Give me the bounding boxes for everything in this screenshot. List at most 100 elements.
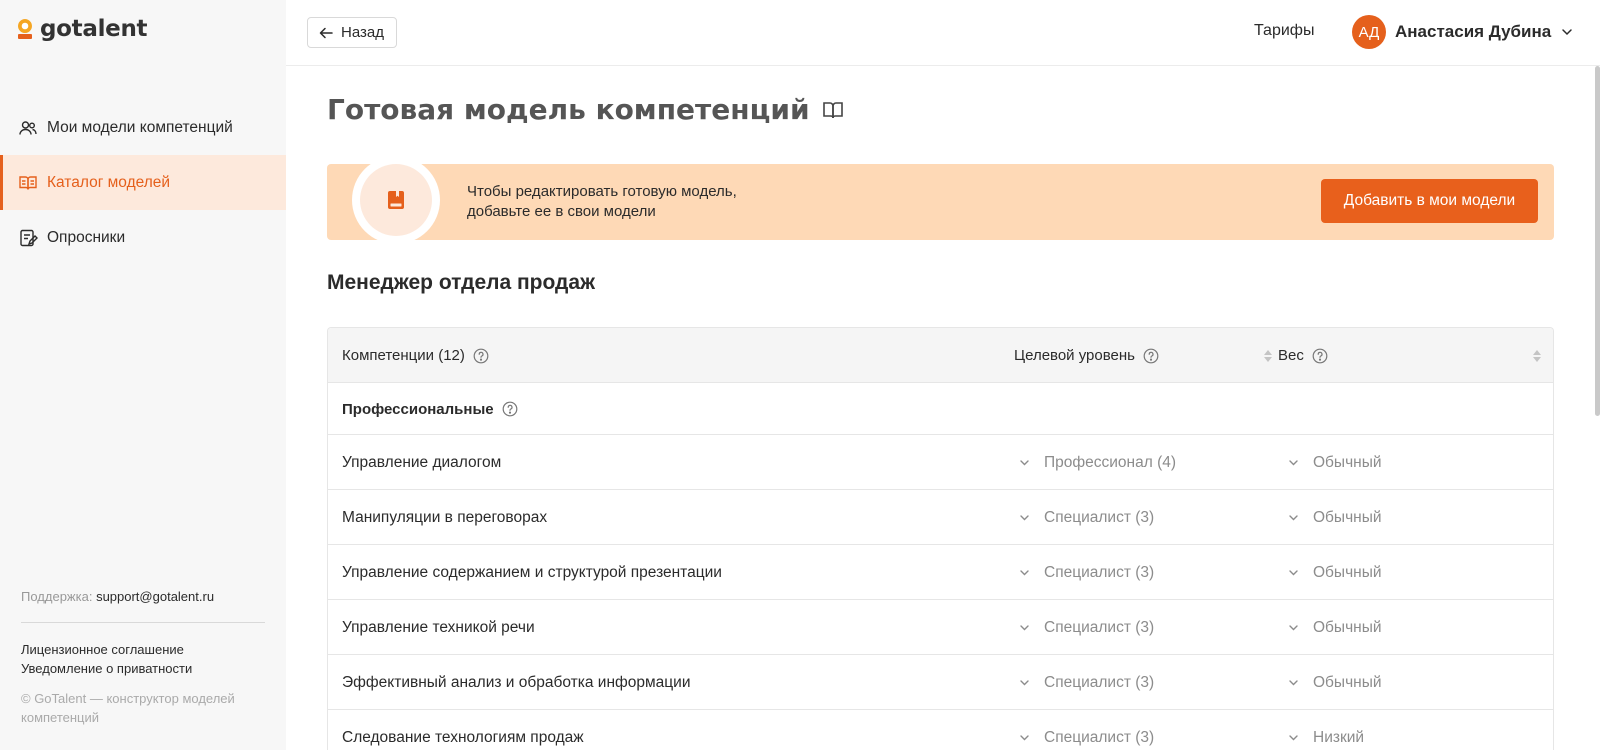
logo[interactable]: gotalent [16, 16, 148, 42]
target-level-select[interactable]: Специалист (3) [1018, 545, 1154, 600]
tariffs-link[interactable]: Тарифы [1254, 22, 1314, 40]
competency-name: Управление содержанием и структурой през… [342, 563, 722, 581]
sidebar-item-label: Мои модели компетенций [47, 118, 233, 136]
model-name: Менеджер отдела продаж [327, 271, 595, 294]
chevron-down-icon [1289, 735, 1298, 741]
support-email-link[interactable]: support@gotalent.ru [96, 589, 214, 604]
user-menu[interactable]: АД Анастасия Дубина [1352, 15, 1574, 49]
table-row: Эффективный анализ и обработка информаци… [328, 655, 1553, 710]
banner-icon-circle [352, 164, 440, 240]
divider [21, 622, 265, 623]
back-button[interactable]: Назад [307, 17, 397, 48]
weight-select[interactable]: Низкий [1287, 710, 1364, 750]
table-row: Управление содержанием и структурой през… [328, 545, 1553, 600]
target-level-value: Специалист (3) [1044, 508, 1155, 526]
open-book-icon [19, 175, 37, 190]
chevron-down-icon [1020, 460, 1029, 466]
banner-text: Чтобы редактировать готовую модель, доба… [467, 182, 737, 222]
questionnaire-icon [20, 229, 38, 246]
competencies-table: Компетенции (12) Целевой уровень Вес Про… [327, 327, 1554, 750]
user-name: Анастасия Дубина [1395, 22, 1552, 41]
table-row: Манипуляции в переговорах Специалист (3)… [328, 490, 1553, 545]
book-icon [388, 191, 404, 209]
chevron-down-icon [1562, 29, 1572, 36]
group-row: Профессиональные [328, 383, 1553, 435]
target-level-select[interactable]: Специалист (3) [1018, 600, 1154, 655]
group-title: Профессиональные [342, 400, 494, 418]
help-icon[interactable] [473, 348, 489, 364]
add-to-my-models-button[interactable]: Добавить в мои модели [1321, 179, 1538, 223]
target-level-value: Специалист (3) [1044, 673, 1155, 691]
table-header: Компетенции (12) Целевой уровень Вес [328, 328, 1553, 383]
sidebar-item-label: Опросники [47, 228, 126, 246]
gotalent-logo-icon [17, 19, 32, 39]
sort-icon[interactable] [1532, 348, 1542, 364]
chevron-down-icon [1289, 625, 1298, 631]
target-level-value: Специалист (3) [1044, 618, 1155, 636]
privacy-link[interactable]: Уведомление о приватности [21, 659, 265, 678]
sidebar-item-questionnaires[interactable]: Опросники [0, 210, 286, 265]
competency-name: Следование технологиям продаж [342, 728, 584, 746]
license-link[interactable]: Лицензионное соглашение [21, 640, 265, 659]
support-info: Поддержка: support@gotalent.ru [21, 589, 265, 604]
target-level-value: Специалист (3) [1044, 563, 1155, 581]
sidebar: gotalent Мои модели компетенций Каталог … [0, 0, 286, 750]
weight-select[interactable]: Обычный [1287, 435, 1382, 490]
info-banner: Чтобы редактировать готовую модель, доба… [327, 164, 1554, 240]
weight-select[interactable]: Обычный [1287, 655, 1382, 710]
table-row: Управление диалогом Профессионал (4) Обы… [328, 435, 1553, 490]
sidebar-item-my-models[interactable]: Мои модели компетенций [0, 100, 286, 155]
sidebar-item-label: Каталог моделей [47, 173, 171, 191]
weight-select[interactable]: Обычный [1287, 545, 1382, 600]
competency-name: Эффективный анализ и обработка информаци… [342, 673, 691, 691]
weight-value: Обычный [1313, 673, 1382, 691]
users-icon [19, 120, 37, 135]
top-header: Назад Тарифы АД Анастасия Дубина [286, 0, 1600, 66]
sort-icon[interactable] [1263, 348, 1273, 364]
target-level-select[interactable]: Специалист (3) [1018, 710, 1154, 750]
weight-value: Низкий [1313, 728, 1365, 746]
back-button-label: Назад [341, 24, 384, 41]
column-label: Вес [1278, 347, 1304, 364]
support-label: Поддержка: [21, 589, 93, 604]
table-row: Следование технологиям продаж Специалист… [328, 710, 1553, 750]
weight-value: Обычный [1313, 618, 1382, 636]
avatar: АД [1352, 15, 1386, 49]
banner-line-1: Чтобы редактировать готовую модель, [467, 183, 737, 200]
column-header-competencies: Компетенции (12) [342, 328, 489, 383]
column-header-weight[interactable]: Вес [1278, 328, 1328, 383]
sidebar-nav: Мои модели компетенций Каталог моделей О… [0, 100, 286, 265]
copyright: © GoTalent — конструктор моделей компете… [21, 691, 235, 725]
help-icon[interactable] [502, 401, 518, 417]
open-book-icon [822, 101, 843, 118]
competency-name: Управление диалогом [342, 453, 502, 471]
page-scrollbar[interactable] [1595, 66, 1600, 416]
page-title: Готовая модель компетенций [327, 93, 844, 126]
table-row: Управление техникой речи Специалист (3) … [328, 600, 1553, 655]
column-label: Целевой уровень [1014, 347, 1135, 364]
chevron-down-icon [1289, 460, 1298, 466]
logo-text: gotalent [40, 16, 148, 42]
weight-select[interactable]: Обычный [1287, 600, 1382, 655]
sidebar-item-catalog[interactable]: Каталог моделей [0, 155, 286, 210]
column-label: Компетенции (12) [342, 347, 465, 364]
chevron-down-icon [1020, 570, 1029, 576]
target-level-select[interactable]: Профессионал (4) [1018, 435, 1176, 490]
target-level-select[interactable]: Специалист (3) [1018, 490, 1154, 545]
chevron-down-icon [1020, 680, 1029, 686]
help-icon[interactable] [1312, 348, 1328, 364]
help-icon[interactable] [1143, 348, 1159, 364]
weight-value: Обычный [1313, 508, 1382, 526]
group-label: Профессиональные [342, 383, 518, 435]
chevron-down-icon [1289, 515, 1298, 521]
sidebar-footer: Поддержка: support@gotalent.ru Лицензион… [21, 589, 265, 727]
target-level-value: Специалист (3) [1044, 728, 1155, 746]
weight-select[interactable]: Обычный [1287, 490, 1382, 545]
page-title-text: Готовая модель компетенций [327, 93, 810, 126]
target-level-select[interactable]: Специалист (3) [1018, 655, 1154, 710]
chevron-down-icon [1020, 625, 1029, 631]
weight-value: Обычный [1313, 563, 1382, 581]
banner-line-2: добавьте ее в свои модели [467, 203, 656, 220]
column-header-target-level[interactable]: Целевой уровень [1014, 328, 1159, 383]
chevron-down-icon [1020, 735, 1029, 741]
